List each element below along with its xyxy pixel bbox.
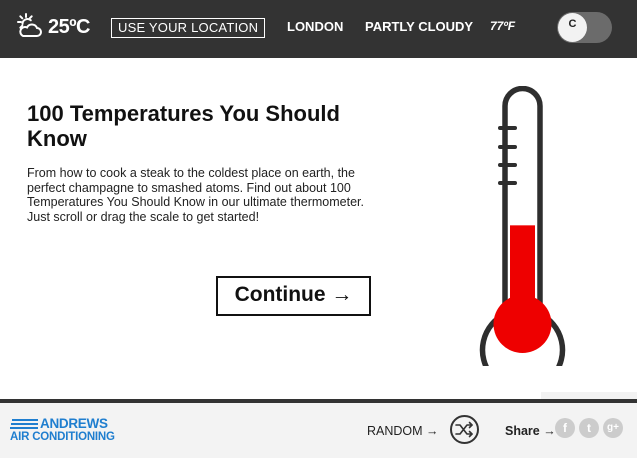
shuffle-icon — [455, 421, 473, 438]
unit-toggle[interactable]: C — [557, 12, 612, 43]
thermometer-icon — [479, 86, 566, 366]
weather-condition: PARTLY CLOUDY — [365, 19, 474, 34]
facebook-icon[interactable]: f — [555, 418, 575, 438]
partly-cloudy-sun-icon — [17, 13, 42, 37]
use-location-button[interactable]: USE YOUR LOCATION — [111, 18, 266, 38]
logo-brand-name: ANDREWS — [40, 416, 108, 431]
current-temperature-celsius: 25ºC — [48, 16, 91, 38]
footer: ANDREWS AIR CONDITIONING RANDOM → Share … — [0, 403, 637, 458]
twitter-icon[interactable]: t — [579, 418, 599, 438]
logo-tagline: AIR CONDITIONING — [10, 431, 115, 443]
current-temperature-fahrenheit: 77ºF — [490, 19, 516, 33]
unit-toggle-knob[interactable]: C — [558, 13, 587, 42]
logo-stripes-icon — [10, 419, 38, 429]
scale-edge — [541, 392, 637, 399]
share-label: Share → — [505, 424, 556, 438]
city-name: LONDON — [287, 19, 344, 34]
andrews-logo[interactable]: ANDREWS AIR CONDITIONING — [10, 416, 115, 446]
top-bar: 25ºC USE YOUR LOCATION LONDON PARTLY CLO… — [0, 0, 637, 58]
google-plus-icon[interactable]: g+ — [603, 418, 623, 438]
page-title: 100 Temperatures You Should Know — [27, 101, 340, 151]
random-link[interactable]: RANDOM → — [367, 424, 439, 438]
thermometer-mercury — [510, 225, 535, 327]
continue-button[interactable]: Continue → — [216, 276, 371, 316]
intro-text: From how to cook a steak to the coldest … — [27, 166, 364, 224]
shuffle-button[interactable] — [450, 415, 479, 444]
